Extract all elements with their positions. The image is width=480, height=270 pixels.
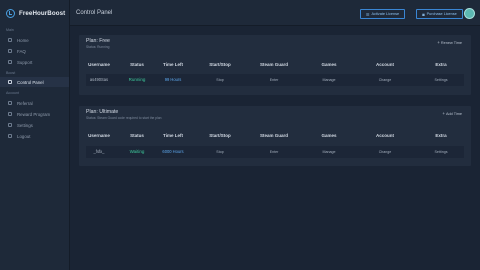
plan-title: Plan: Free xyxy=(86,38,110,44)
control-panel-icon xyxy=(8,80,12,84)
logout-icon xyxy=(8,134,12,138)
column-header-status: Status xyxy=(130,62,144,67)
steam-guard-enter-button[interactable]: Enter xyxy=(270,150,279,154)
cart-icon: ◙ xyxy=(422,11,425,17)
add-time-button[interactable]: + Add Time xyxy=(442,111,462,116)
plus-icon: + xyxy=(442,111,445,116)
sidebar-item-label: Control Panel xyxy=(17,79,44,85)
sidebar-item-label: Support xyxy=(17,59,33,65)
column-header-steam-guard: Steam Guard xyxy=(259,62,289,67)
add-time-label: Add Time xyxy=(445,111,462,116)
plan-title: Plan: Ultimate xyxy=(86,109,119,115)
nav-section-main: Main xyxy=(6,28,14,32)
sidebar-item-settings[interactable]: Settings xyxy=(0,120,69,130)
stop-button[interactable]: Stop xyxy=(216,78,223,82)
column-header-extra: Extra xyxy=(435,62,447,67)
column-header-username: Username xyxy=(88,133,110,138)
username-cell: as490Sas xyxy=(89,77,109,82)
steam-guard-enter-button[interactable]: Enter xyxy=(270,78,279,82)
time-left-cell: 6000 Hours xyxy=(162,149,184,154)
column-header-status: Status xyxy=(130,133,144,138)
list-icon: ☰ xyxy=(365,11,370,17)
sidebar-item-reward-program[interactable]: Reward Program xyxy=(0,109,69,119)
column-header-steam-guard: Steam Guard xyxy=(259,133,289,138)
gear-icon xyxy=(8,123,12,127)
sidebar-item-label: Referral xyxy=(17,100,33,106)
status-badge: Running xyxy=(128,76,146,82)
sidebar-item-home[interactable]: Home xyxy=(0,35,69,45)
manage-games-button[interactable]: Manage xyxy=(323,150,336,154)
plus-icon: + xyxy=(437,40,440,45)
stop-button[interactable]: Stop xyxy=(216,150,223,154)
time-left-cell: 99 Hours xyxy=(164,77,182,82)
settings-button[interactable]: Settings xyxy=(435,78,448,82)
sidebar-item-support[interactable]: Support xyxy=(0,57,69,67)
sidebar-item-label: Home xyxy=(17,37,29,43)
column-header-account: Account xyxy=(376,62,394,67)
column-header-extra: Extra xyxy=(435,133,447,138)
username-cell: _fsfx_ xyxy=(93,149,105,154)
column-header-account: Account xyxy=(376,133,394,138)
purchase-license-label: Purchase License xyxy=(426,12,457,16)
plan-status: Status: Steam Guard code required to sta… xyxy=(86,116,162,120)
renew-time-button[interactable]: + Renew Time xyxy=(437,40,462,45)
sidebar-item-referral[interactable]: Referral xyxy=(0,98,69,108)
sidebar-item-label: FAQ xyxy=(17,48,26,54)
gift-icon xyxy=(8,112,12,116)
change-account-button[interactable]: Change xyxy=(379,150,392,154)
column-header-username: Username xyxy=(88,62,110,67)
sidebar-item-logout[interactable]: Logout xyxy=(0,131,69,141)
brand[interactable]: FreeHourBoost xyxy=(0,0,69,26)
activate-license-button[interactable]: ☰ Activate License xyxy=(360,9,405,19)
sidebar-item-label: Settings xyxy=(17,122,33,128)
column-header-start-stop: Start/Stop xyxy=(209,133,231,138)
sidebar-item-control-panel[interactable]: Control Panel xyxy=(0,77,69,87)
nav-section-boost: Boost xyxy=(6,71,16,75)
sidebar: FreeHourBoost Main Home FAQ Support Boos… xyxy=(0,0,70,270)
change-account-button[interactable]: Change xyxy=(379,78,392,82)
brand-logo-icon xyxy=(6,8,15,18)
purchase-license-button[interactable]: ◙ Purchase License xyxy=(416,9,463,19)
plan-panel-free: Plan: Free Status: Running + Renew Time … xyxy=(79,35,471,95)
question-icon xyxy=(8,49,12,53)
sidebar-item-label: Reward Program xyxy=(17,111,51,117)
plan-status: Status: Running xyxy=(86,45,110,49)
manage-games-button[interactable]: Manage xyxy=(323,78,336,82)
column-header-games: Games xyxy=(321,133,337,138)
top-bar: Control Panel ☰ Activate License ◙ Purch… xyxy=(70,0,480,26)
settings-button[interactable]: Settings xyxy=(435,150,448,154)
activate-license-label: Activate License xyxy=(371,12,400,16)
column-header-start-stop: Start/Stop xyxy=(209,62,231,67)
column-header-time-left: Time Left xyxy=(163,133,183,138)
share-icon xyxy=(8,101,12,105)
brand-name: FreeHourBoost xyxy=(19,9,66,17)
column-header-time-left: Time Left xyxy=(163,62,183,67)
plan-panel-ultimate: Plan: Ultimate Status: Steam Guard code … xyxy=(79,106,471,166)
support-icon xyxy=(8,60,12,64)
page-title: Control Panel xyxy=(76,9,113,16)
status-badge: Waiting xyxy=(129,148,145,154)
column-header-games: Games xyxy=(321,62,337,67)
renew-time-label: Renew Time xyxy=(440,40,462,45)
nav-section-account: Account xyxy=(6,91,19,95)
home-icon xyxy=(8,38,12,42)
sidebar-item-faq[interactable]: FAQ xyxy=(0,46,69,56)
avatar[interactable] xyxy=(464,8,475,19)
sidebar-item-label: Logout xyxy=(17,133,31,139)
